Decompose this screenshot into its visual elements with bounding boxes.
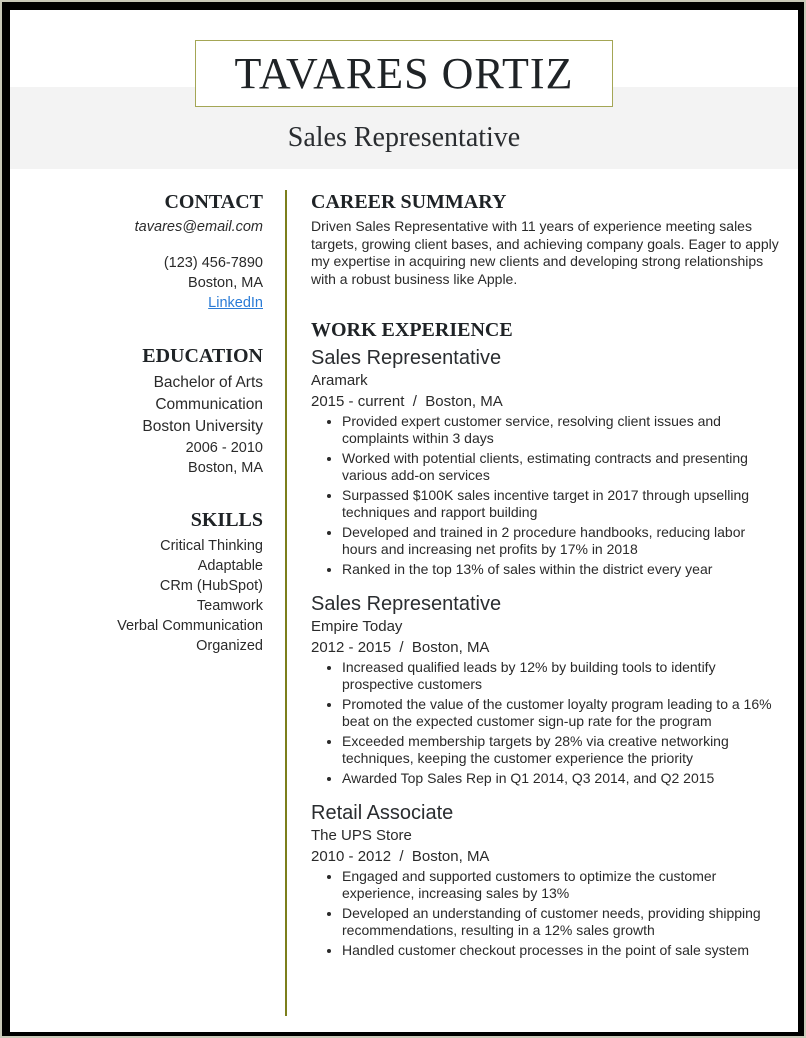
skills-heading: SKILLS — [190, 509, 263, 531]
name-box: TAVARES ORTIZ — [195, 40, 613, 107]
education-school: Boston University — [142, 418, 263, 435]
job-title: Retail Associate — [311, 802, 454, 824]
bullet-item: Awarded Top Sales Rep in Q1 2014, Q3 201… — [342, 770, 781, 787]
experience-section: WORK EXPERIENCE Sales Representative Ara… — [311, 318, 781, 959]
skill-item: Adaptable — [197, 558, 263, 574]
job-title: Sales Representative — [311, 347, 502, 369]
job-dates: 2010 - 2012 / Boston, MA — [311, 848, 490, 865]
summary-section: CAREER SUMMARY Driven Sales Representati… — [311, 190, 781, 288]
skills-section: SKILLS Critical Thinking Adaptable CRm (… — [10, 508, 263, 656]
job-dates: 2012 - 2015 / Boston, MA — [311, 639, 490, 656]
bullet-item: Increased qualified leads by 12% by buil… — [342, 659, 781, 693]
education-major: Communication — [155, 396, 263, 413]
education-degree: Bachelor of Arts — [153, 374, 263, 391]
bullet-item: Engaged and supported customers to optim… — [342, 868, 781, 902]
left-column: CONTACT tavares@email.com (123) 456-7890… — [10, 190, 263, 656]
job-company: Aramark — [311, 372, 368, 389]
linkedin-link[interactable]: LinkedIn — [208, 295, 263, 311]
education-years: 2006 - 2010 — [185, 440, 263, 456]
job-bullets: Provided expert customer service, resolv… — [311, 413, 781, 578]
education-location: Boston, MA — [188, 460, 263, 476]
skill-item: Critical Thinking — [160, 538, 263, 554]
resume-page: TAVARES ORTIZ Sales Representative CONTA… — [10, 10, 798, 1032]
education-heading: EDUCATION — [142, 345, 263, 367]
page-frame: TAVARES ORTIZ Sales Representative CONTA… — [2, 2, 804, 1036]
bullet-item: Promoted the value of the customer loyal… — [342, 696, 781, 730]
job-entry: Sales Representative Aramark 2015 - curr… — [311, 346, 781, 578]
skill-item: Teamwork — [196, 598, 263, 614]
contact-heading: CONTACT — [164, 191, 263, 213]
bullet-item: Exceeded membership targets by 28% via c… — [342, 733, 781, 767]
job-title: Sales Representative — [311, 593, 502, 615]
contact-location: Boston, MA — [188, 275, 263, 291]
education-section: EDUCATION Bachelor of Arts Communication… — [10, 344, 263, 478]
bullet-item: Ranked in the top 13% of sales within th… — [342, 561, 781, 578]
candidate-name: TAVARES ORTIZ — [234, 48, 574, 98]
job-company: The UPS Store — [311, 827, 412, 844]
job-title-header: Sales Representative — [287, 122, 521, 153]
bullet-item: Provided expert customer service, resolv… — [342, 413, 781, 447]
skill-item: Organized — [196, 638, 263, 654]
bullet-item: Developed and trained in 2 procedure han… — [342, 524, 781, 558]
column-divider — [285, 190, 287, 1016]
job-company: Empire Today — [311, 618, 403, 635]
skill-item: Verbal Communication — [117, 618, 263, 634]
contact-section: CONTACT tavares@email.com (123) 456-7890… — [10, 190, 263, 313]
job-entry: Sales Representative Empire Today 2012 -… — [311, 592, 781, 787]
contact-email[interactable]: tavares@email.com — [10, 217, 263, 237]
skill-item: CRm (HubSpot) — [159, 578, 263, 594]
bullet-item: Handled customer checkout processes in t… — [342, 942, 781, 959]
bullet-item: Developed an understanding of customer n… — [342, 905, 781, 939]
bullet-item: Surpassed $100K sales incentive target i… — [342, 487, 781, 521]
summary-text: Driven Sales Representative with 11 year… — [311, 218, 779, 287]
job-bullets: Increased qualified leads by 12% by buil… — [311, 659, 781, 787]
job-entry: Retail Associate The UPS Store 2010 - 20… — [311, 801, 781, 959]
job-dates: 2015 - current / Boston, MA — [311, 393, 503, 410]
summary-heading: CAREER SUMMARY — [311, 191, 507, 213]
contact-phone: (123) 456-7890 — [163, 255, 263, 271]
right-column: CAREER SUMMARY Driven Sales Representati… — [311, 190, 781, 962]
bullet-item: Worked with potential clients, estimatin… — [342, 450, 781, 484]
experience-heading: WORK EXPERIENCE — [311, 319, 513, 341]
job-bullets: Engaged and supported customers to optim… — [311, 868, 781, 959]
